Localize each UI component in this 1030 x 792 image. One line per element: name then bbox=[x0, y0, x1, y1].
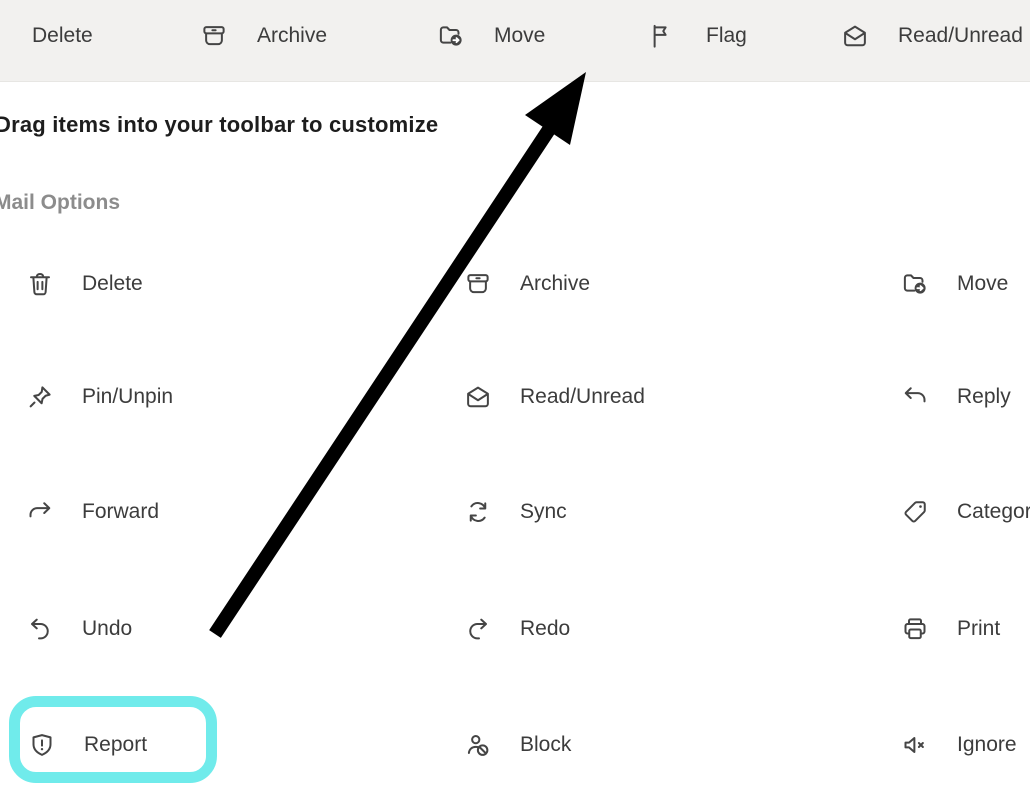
trash-icon bbox=[0, 21, 4, 51]
toolbar-item-label: Archive bbox=[257, 24, 327, 48]
pin-icon bbox=[25, 382, 55, 412]
option-forward[interactable]: Forward bbox=[25, 493, 159, 531]
toolbar-item-label: Delete bbox=[32, 24, 93, 48]
option-label: Block bbox=[520, 733, 571, 757]
option-label: Pin/Unpin bbox=[82, 385, 173, 409]
toolbar-item-archive[interactable]: Archive bbox=[199, 17, 327, 55]
customize-instruction: Drag items into your toolbar to customiz… bbox=[0, 112, 438, 138]
mail-toolbar: Delete Archive Move Flag Read/Unread bbox=[0, 0, 1030, 82]
option-label: Ignore bbox=[957, 733, 1017, 757]
option-label: Categorize bbox=[957, 500, 1030, 524]
option-categorize[interactable]: Categorize bbox=[900, 493, 1030, 531]
option-sync[interactable]: Sync bbox=[463, 493, 567, 531]
option-label: Redo bbox=[520, 617, 570, 641]
archive-icon bbox=[463, 269, 493, 299]
redo-icon bbox=[463, 614, 493, 644]
sync-icon bbox=[463, 497, 493, 527]
option-ignore[interactable]: Ignore bbox=[900, 726, 1017, 764]
toolbar-item-label: Move bbox=[494, 24, 545, 48]
toolbar-item-move[interactable]: Move bbox=[436, 17, 545, 55]
option-label: Forward bbox=[82, 500, 159, 524]
option-block[interactable]: Block bbox=[463, 726, 571, 764]
option-label: Report bbox=[84, 733, 147, 757]
option-undo[interactable]: Undo bbox=[25, 610, 132, 648]
option-delete[interactable]: Delete bbox=[25, 265, 143, 303]
move-folder-icon bbox=[900, 269, 930, 299]
reply-icon bbox=[900, 382, 930, 412]
option-archive[interactable]: Archive bbox=[463, 265, 590, 303]
forward-icon bbox=[25, 497, 55, 527]
option-label: Print bbox=[957, 617, 1000, 641]
option-reply[interactable]: Reply bbox=[900, 378, 1011, 416]
toolbar-item-flag[interactable]: Flag bbox=[648, 17, 747, 55]
shield-alert-icon bbox=[27, 730, 57, 760]
option-label: Sync bbox=[520, 500, 567, 524]
option-label: Undo bbox=[82, 617, 132, 641]
archive-icon bbox=[199, 21, 229, 51]
option-report[interactable]: Report bbox=[27, 726, 147, 764]
toolbar-item-label: Read/Unread bbox=[898, 24, 1023, 48]
option-label: Archive bbox=[520, 272, 590, 296]
print-icon bbox=[900, 614, 930, 644]
trash-icon bbox=[25, 269, 55, 299]
option-read-unread[interactable]: Read/Unread bbox=[463, 378, 645, 416]
flag-icon bbox=[648, 21, 678, 51]
envelope-icon bbox=[463, 382, 493, 412]
option-redo[interactable]: Redo bbox=[463, 610, 570, 648]
option-label: Reply bbox=[957, 385, 1011, 409]
move-folder-icon bbox=[436, 21, 466, 51]
option-label: Delete bbox=[82, 272, 143, 296]
envelope-icon bbox=[840, 21, 870, 51]
option-label: Move bbox=[957, 272, 1008, 296]
mail-options-heading: Mail Options bbox=[0, 191, 120, 215]
mute-icon bbox=[900, 730, 930, 760]
option-move[interactable]: Move bbox=[900, 265, 1008, 303]
toolbar-item-delete[interactable]: Delete bbox=[0, 17, 93, 55]
option-print[interactable]: Print bbox=[900, 610, 1000, 648]
block-user-icon bbox=[463, 730, 493, 760]
option-label: Read/Unread bbox=[520, 385, 645, 409]
tag-icon bbox=[900, 497, 930, 527]
toolbar-item-read-unread[interactable]: Read/Unread bbox=[840, 17, 1023, 55]
option-pin-unpin[interactable]: Pin/Unpin bbox=[25, 378, 173, 416]
undo-icon bbox=[25, 614, 55, 644]
toolbar-item-label: Flag bbox=[706, 24, 747, 48]
